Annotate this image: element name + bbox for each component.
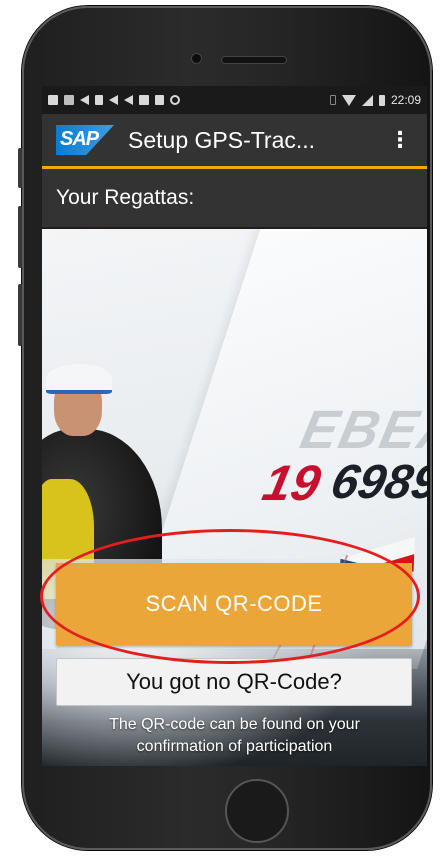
wifi-icon	[341, 94, 356, 106]
overflow-menu-icon[interactable]: ⋮	[383, 129, 417, 151]
qr-hint-line-1: The QR-code can be found on your	[109, 716, 360, 733]
sail-number-dark: 6989	[326, 456, 427, 509]
sap-logo: SAP	[56, 125, 114, 155]
app-title: Setup GPS-Trac...	[128, 126, 316, 153]
status-icons	[48, 95, 330, 105]
send-icon	[80, 95, 89, 105]
signal-icon	[361, 94, 373, 106]
lock-icon	[155, 95, 164, 105]
circle-icon	[170, 95, 180, 105]
vibrate-icon	[329, 95, 336, 105]
side-button	[18, 148, 22, 188]
send-icon	[124, 95, 133, 105]
notification-icon	[48, 95, 58, 105]
image-icon	[139, 95, 149, 105]
send-icon	[109, 95, 118, 105]
front-camera	[192, 54, 201, 63]
calendar-icon	[64, 95, 74, 105]
status-bar: 22:09	[42, 86, 427, 114]
sail-number-red: 19	[258, 455, 326, 511]
status-right: 22:09	[329, 93, 421, 107]
app-screen: 22:09 SAP Setup GPS-Trac... ⋮ Your Regat…	[42, 86, 427, 766]
earpiece-speaker	[222, 57, 286, 63]
no-qr-code-button[interactable]: You got no QR-Code?	[56, 658, 412, 706]
qr-hint-text: The QR-code can be found on your confirm…	[42, 714, 427, 758]
qr-hint-line-2: confirmation of participation	[136, 738, 333, 755]
regattas-header: Your Regattas:	[42, 169, 427, 227]
app-bar: SAP Setup GPS-Trac... ⋮	[42, 114, 427, 169]
side-button	[18, 284, 22, 346]
side-button	[18, 206, 22, 268]
status-time: 22:09	[390, 93, 421, 107]
home-button[interactable]	[225, 779, 289, 843]
battery-icon	[378, 94, 385, 106]
sail-letters: EBEA	[295, 400, 427, 460]
sap-logo-text: SAP	[60, 128, 99, 150]
scan-qr-code-button[interactable]: SCAN QR-CODE	[56, 563, 412, 645]
media-icon	[95, 95, 103, 105]
sailor-cap	[46, 364, 112, 394]
